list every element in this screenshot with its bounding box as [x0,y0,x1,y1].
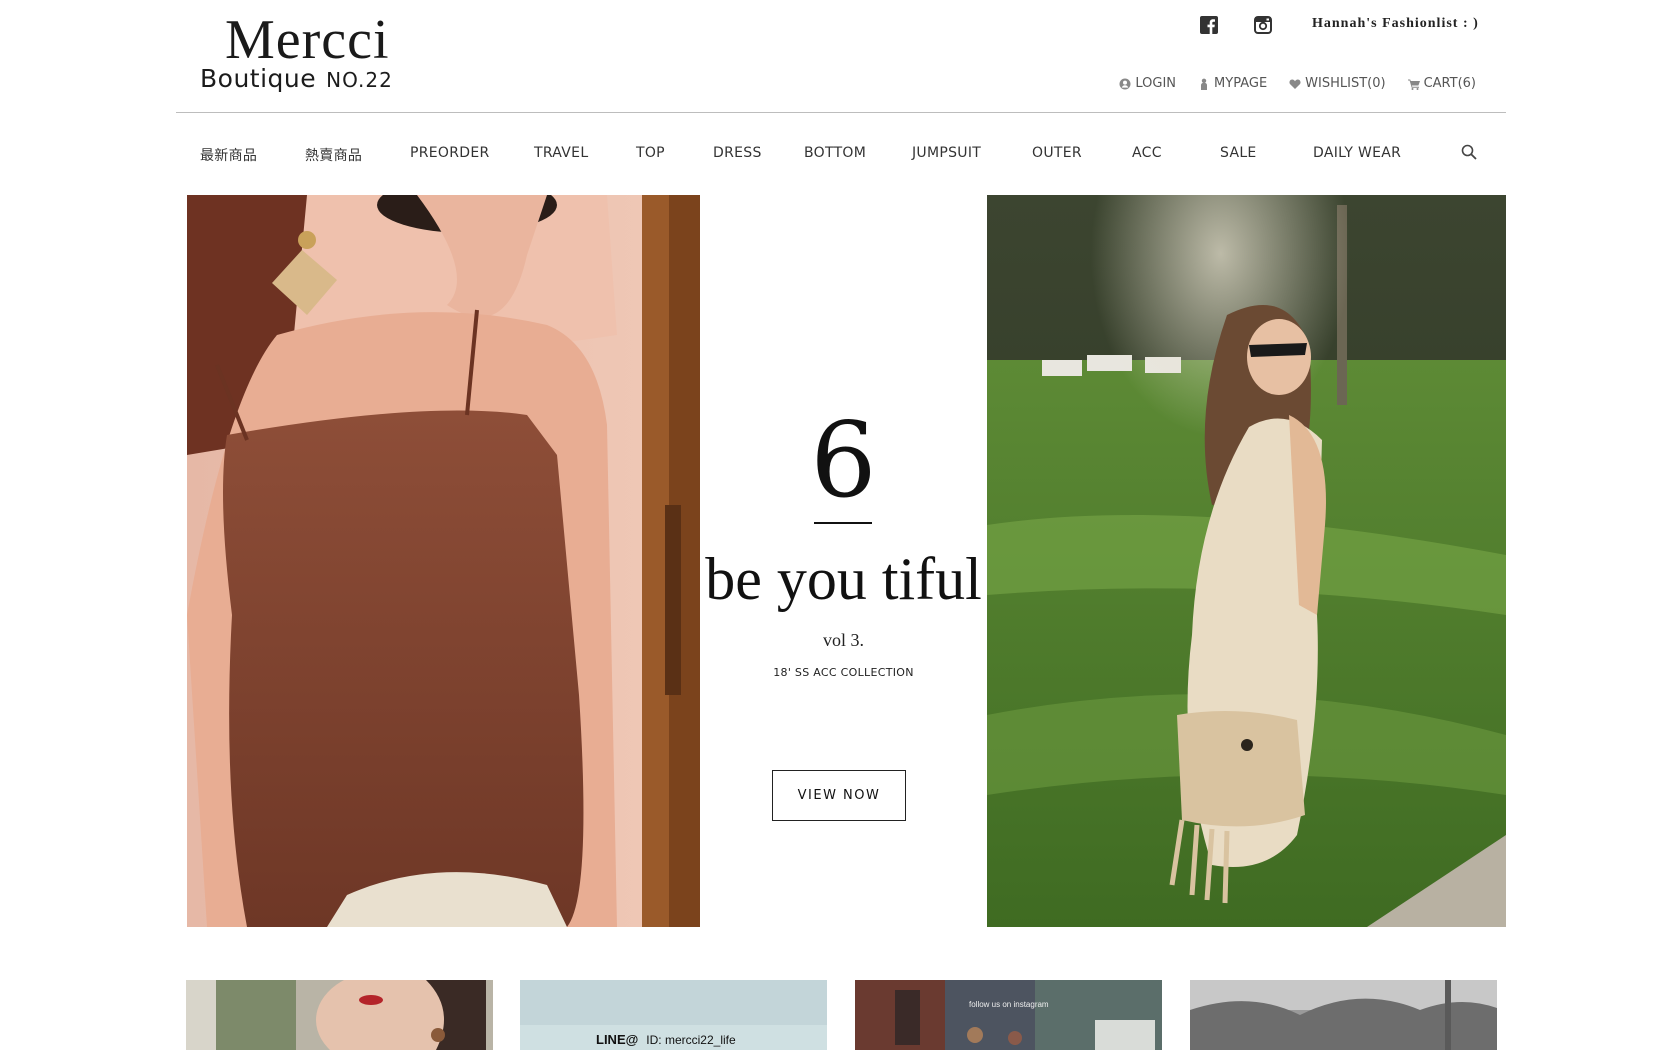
hero-number-underline [814,522,872,524]
instagram-caption: follow us on instagram [969,1000,1049,1009]
nav-item-daily-wear[interactable]: DAILY WEAR [1313,145,1401,161]
hero-collection: 18' SS ACC COLLECTION [773,666,914,679]
hero-right-photo [987,195,1506,927]
hero-left-photo [187,195,700,927]
cart-icon [1407,79,1420,90]
nav-item-travel[interactable]: TRAVEL [534,145,588,161]
fashionlist-link[interactable]: Hannah's Fashionlist : ) [1312,16,1479,32]
nav-item-top[interactable]: TOP [636,145,665,161]
person-icon [1201,78,1208,90]
nav-item-jumpsuit[interactable]: JUMPSUIT [912,145,981,161]
mypage-label: MYPAGE [1214,76,1268,91]
wishlist-label: WISHLIST(0) [1305,76,1386,91]
search-icon[interactable] [1461,144,1477,160]
line-id: ID: mercci22_life [646,1033,736,1047]
wishlist-link[interactable]: WISHLIST(0) [1289,76,1386,91]
thumb-instagram[interactable]: follow us on instagram [855,980,1162,1050]
login-label: LOGIN [1135,76,1177,91]
brand-number: NO.22 [326,68,393,92]
user-icon [1119,78,1131,89]
hero-number: 6 [810,399,877,521]
nav-item-dress[interactable]: DRESS [713,145,762,161]
nav-item-new[interactable]: 最新商品 [200,145,257,165]
header-divider [176,112,1506,113]
facebook-icon[interactable] [1200,16,1218,34]
hero-image-right[interactable] [987,195,1506,927]
thumb-lookbook[interactable] [186,980,493,1050]
thumb-lookbook-photo [186,980,493,1050]
line-brand: LINE@ [596,1032,639,1047]
login-link[interactable]: LOGIN [1119,76,1176,91]
brand-name: Mercci [225,9,390,71]
brand-subtitle: Boutique NO.22 [200,64,393,93]
hero-text-panel: 6 be you tiful vol 3. 18' SS ACC COLLECT… [700,195,987,927]
nav-item-sale[interactable]: SALE [1220,145,1257,161]
user-links: LOGIN MYPAGE WISHLIST(0) CART(6) [1119,76,1476,91]
line-id-text: LINE@ ID: mercci22_life [596,1032,736,1047]
main-nav: 最新商品 熱賣商品 PREORDER TRAVEL TOP DRESS BOTT… [176,140,1506,170]
nav-item-hot[interactable]: 熱賣商品 [305,145,362,165]
thumb-line-account[interactable]: LINE@ ID: mercci22_life [520,980,827,1050]
nav-item-outer[interactable]: OUTER [1032,145,1082,161]
brand-sub: Boutique [200,64,317,93]
cart-label: CART(6) [1423,76,1476,91]
nav-item-bottom[interactable]: BOTTOM [804,145,866,161]
thumb-outdoor[interactable] [1190,980,1497,1050]
hero-headline: be you tiful [705,546,982,612]
thumb-outdoor-photo [1190,980,1497,1050]
nav-item-acc[interactable]: ACC [1132,145,1162,161]
heart-icon [1289,79,1301,89]
nav-item-preorder[interactable]: PREORDER [410,145,490,161]
mypage-link[interactable]: MYPAGE [1198,76,1267,91]
cart-link[interactable]: CART(6) [1407,76,1476,91]
hero-image-left[interactable] [187,195,700,927]
hero-volume: vol 3. [822,630,864,650]
thumb-instagram-photo [855,980,1162,1050]
view-now-button[interactable]: VIEW NOW [772,770,906,821]
instagram-icon[interactable] [1254,16,1272,34]
